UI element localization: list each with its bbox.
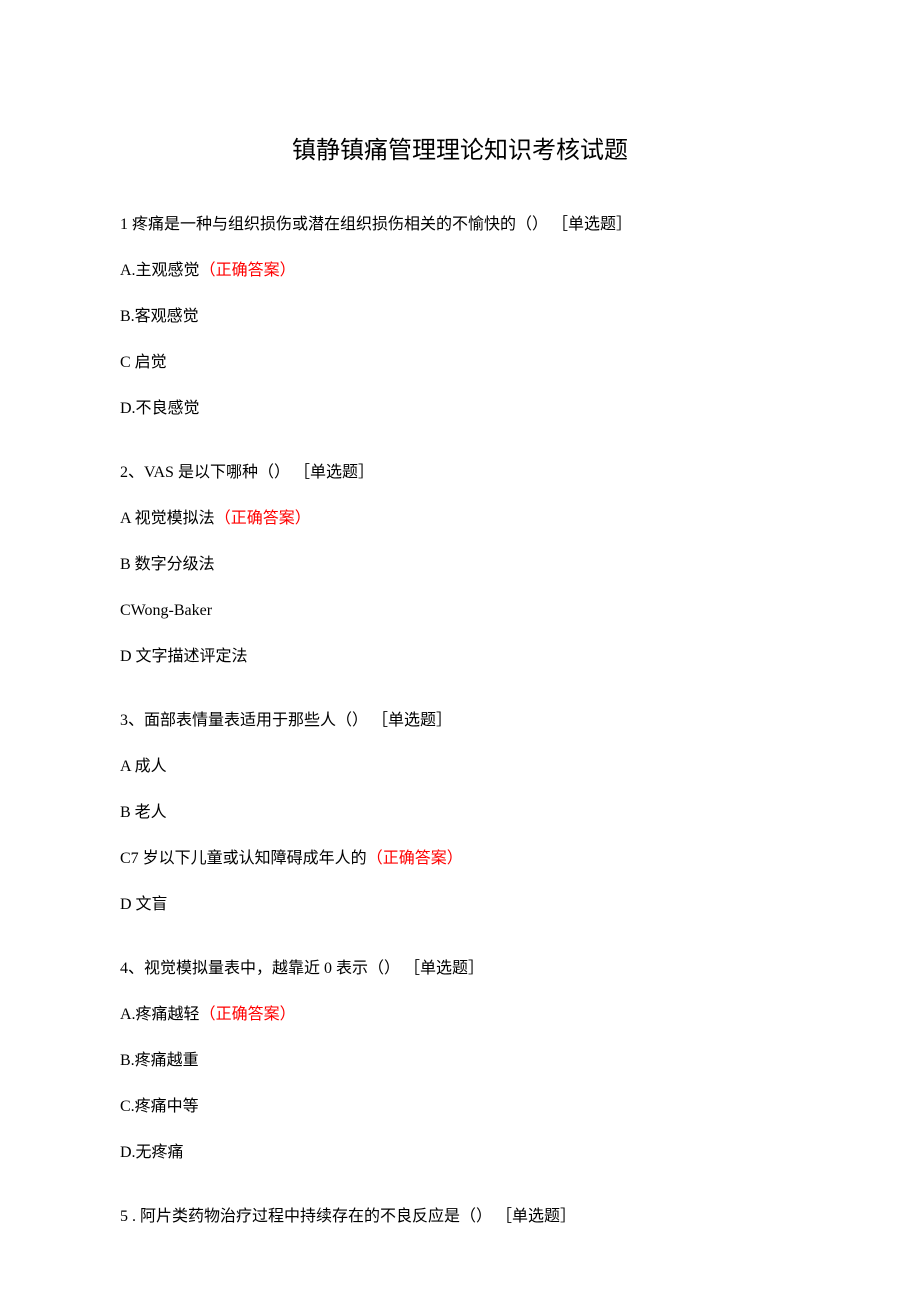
option-text: D.无疼痛: [120, 1144, 184, 1161]
questions-container: 1 疼痛是一种与组织损伤或潜在组织损伤相关的不愉快的（） ［单选题］ A.主观感觉…: [120, 213, 800, 1229]
option-text: A.主观感觉: [120, 262, 200, 279]
correct-answer-label: （正确答案）: [200, 1006, 296, 1023]
option-text: C 启觉: [120, 354, 167, 371]
option: C 启觉: [120, 351, 800, 375]
option-text: D 文盲: [120, 896, 168, 913]
option: C.疼痛中等: [120, 1095, 800, 1119]
option: D 文盲: [120, 893, 800, 917]
question-text: 4、视觉模拟量表中，越靠近 0 表示（） ［单选题］: [120, 957, 800, 981]
option-text: B.客观感觉: [120, 308, 199, 325]
option-text: A.疼痛越轻: [120, 1006, 200, 1023]
option: D.不良感觉: [120, 397, 800, 421]
option: A.疼痛越轻（正确答案）: [120, 1003, 800, 1027]
document-title: 镇静镇痛管理理论知识考核试题: [120, 130, 800, 165]
option: D 文字描述评定法: [120, 645, 800, 669]
correct-answer-label: （正确答案）: [200, 262, 296, 279]
question-block: 5 . 阿片类药物治疗过程中持续存在的不良反应是（） ［单选题］: [120, 1205, 800, 1229]
question-text: 3、面部表情量表适用于那些人（） ［单选题］: [120, 709, 800, 733]
question-text: 1 疼痛是一种与组织损伤或潜在组织损伤相关的不愉快的（） ［单选题］: [120, 213, 800, 237]
option: B 数字分级法: [120, 553, 800, 577]
option-text: C.疼痛中等: [120, 1098, 199, 1115]
question-text: 2、VAS 是以下哪种（） ［单选题］: [120, 461, 800, 485]
option-text: B 老人: [120, 804, 167, 821]
option: A.主观感觉（正确答案）: [120, 259, 800, 283]
question-text: 5 . 阿片类药物治疗过程中持续存在的不良反应是（） ［单选题］: [120, 1205, 800, 1229]
question-block: 1 疼痛是一种与组织损伤或潜在组织损伤相关的不愉快的（） ［单选题］ A.主观感觉…: [120, 213, 800, 421]
option-text: CWong-Baker: [120, 602, 212, 619]
question-block: 3、面部表情量表适用于那些人（） ［单选题］ A 成人 B 老人 C7 岁以下儿童或认…: [120, 709, 800, 917]
question-block: 4、视觉模拟量表中，越靠近 0 表示（） ［单选题］ A.疼痛越轻（正确答案） B.…: [120, 957, 800, 1165]
option: CWong-Baker: [120, 599, 800, 623]
correct-answer-label: （正确答案）: [367, 850, 463, 867]
correct-answer-label: （正确答案）: [215, 510, 311, 527]
option: B.疼痛越重: [120, 1049, 800, 1073]
option: A 成人: [120, 755, 800, 779]
option: B.客观感觉: [120, 305, 800, 329]
option-text: D.不良感觉: [120, 400, 200, 417]
option-text: C7 岁以下儿童或认知障碍成年人的: [120, 850, 367, 867]
option: A 视觉模拟法（正确答案）: [120, 507, 800, 531]
option: C7 岁以下儿童或认知障碍成年人的（正确答案）: [120, 847, 800, 871]
option-text: A 成人: [120, 758, 167, 775]
option: B 老人: [120, 801, 800, 825]
option-text: B 数字分级法: [120, 556, 215, 573]
option-text: A 视觉模拟法: [120, 510, 215, 527]
option-text: B.疼痛越重: [120, 1052, 199, 1069]
option-text: D 文字描述评定法: [120, 648, 248, 665]
option: D.无疼痛: [120, 1141, 800, 1165]
question-block: 2、VAS 是以下哪种（） ［单选题］ A 视觉模拟法（正确答案） B 数字分级法 C…: [120, 461, 800, 669]
